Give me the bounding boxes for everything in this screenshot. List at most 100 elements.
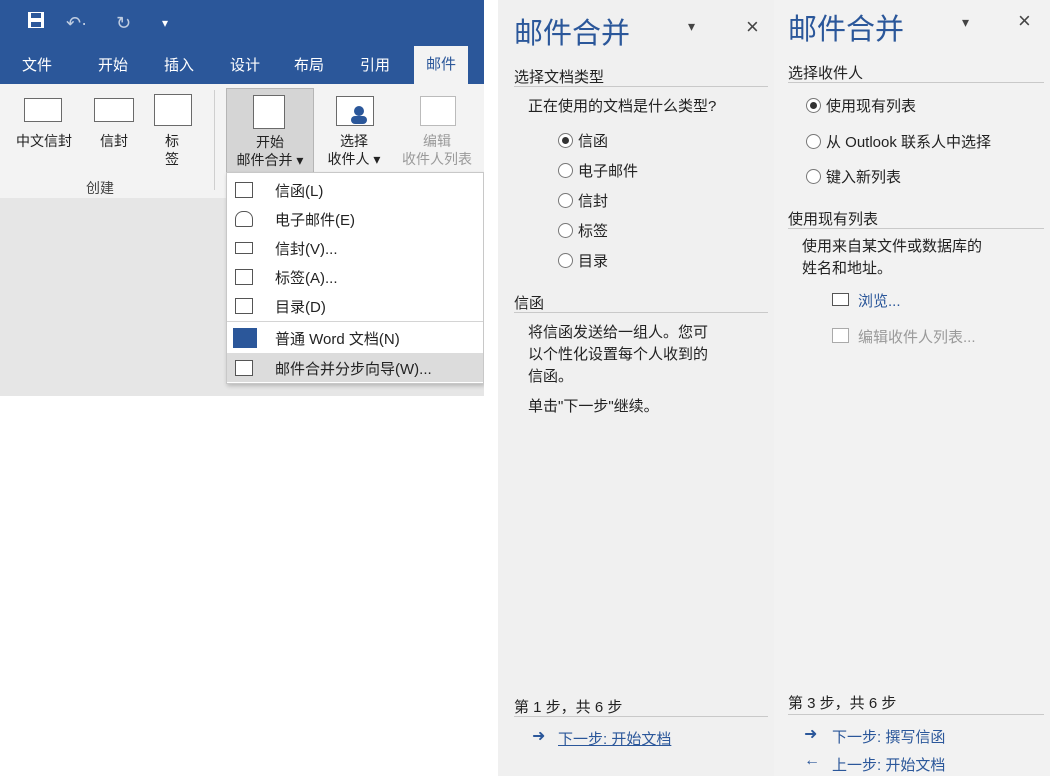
menu-item-label: 信封(V)... xyxy=(275,241,338,258)
quick-access-toolbar: ↶· ↻ ▾ xyxy=(0,0,484,46)
group-separator xyxy=(214,90,215,190)
edit-recipients-label-1: 编辑 xyxy=(423,133,451,149)
radio-label: 电子邮件 xyxy=(578,163,639,180)
select-recipients-label-1: 选择 xyxy=(340,133,368,149)
pane-options-icon[interactable]: ▾ xyxy=(962,14,969,31)
customize-qat-icon[interactable]: ▾ xyxy=(162,10,168,36)
start-mail-merge-button[interactable]: 开始 邮件合并 ▾ xyxy=(226,88,314,174)
close-icon[interactable]: × xyxy=(1018,8,1031,34)
radio-type-new-list[interactable] xyxy=(806,169,821,184)
undo-icon[interactable]: ↶· xyxy=(66,10,87,36)
menu-item-labels[interactable]: 标签(A)... xyxy=(227,262,483,291)
section-divider xyxy=(514,312,768,313)
radio-directory[interactable] xyxy=(558,253,573,268)
gap xyxy=(484,0,498,776)
arrow-left-icon: ← xyxy=(804,752,820,769)
section-title-existing-list: 使用现有列表 xyxy=(788,211,879,228)
radio-label: 目录 xyxy=(578,253,609,270)
menu-item-envelopes[interactable]: 信封(V)... xyxy=(227,233,483,262)
envelopes-label: 信封 xyxy=(100,133,128,149)
pane-title: 邮件合并 xyxy=(788,14,905,46)
radio-labels[interactable] xyxy=(558,223,573,238)
section-title-select-recipients: 选择收件人 xyxy=(788,65,864,82)
labels-icon xyxy=(154,94,192,126)
start-merge-label-2: 邮件合并 ▾ xyxy=(236,152,304,168)
save-icon[interactable] xyxy=(26,10,46,37)
desc-line: 使用来自某文件或数据库的 xyxy=(802,238,983,255)
close-icon[interactable]: × xyxy=(746,14,759,40)
browse-icon xyxy=(832,293,849,306)
tab-home[interactable]: 开始 xyxy=(98,54,128,75)
radio-use-existing-list[interactable] xyxy=(806,98,821,113)
tab-file[interactable]: 文件 xyxy=(22,54,52,75)
labels-button[interactable]: 标 签 xyxy=(150,94,194,174)
tab-design[interactable]: 设计 xyxy=(230,54,260,75)
menu-item-mail-merge-wizard[interactable]: 邮件合并分步向导(W)... xyxy=(227,353,483,382)
labels-label: 标 签 xyxy=(165,133,179,167)
menu-item-letters[interactable]: 信函(L) xyxy=(227,175,483,204)
radio-label: 信函 xyxy=(578,133,609,150)
radio-label: 信封 xyxy=(578,193,609,210)
radio-letters[interactable] xyxy=(558,133,573,148)
mail-merge-pane-step3: 邮件合并 ▾ × 选择收件人 使用现有列表 从 Outlook 联系人中选择 键… xyxy=(774,0,1050,776)
edit-recipients-label-2: 收件人列表 xyxy=(402,151,472,167)
section-divider xyxy=(514,86,768,87)
radio-email[interactable] xyxy=(558,163,573,178)
next-step-link[interactable]: 下一步: 撰写信函 xyxy=(832,726,945,747)
menu-item-label: 目录(D) xyxy=(275,299,326,316)
letter-icon xyxy=(235,182,253,198)
desc-line: 以个性化设置每个人收到的 xyxy=(528,346,709,363)
radio-label: 标签 xyxy=(578,223,609,240)
tab-insert[interactable]: 插入 xyxy=(164,54,194,75)
menu-item-normal-word-document[interactable]: 普通 Word 文档(N) xyxy=(227,323,483,352)
pane-options-icon[interactable]: ▾ xyxy=(688,18,695,35)
tab-mailings[interactable]: 邮件 xyxy=(414,46,469,84)
ribbon-tabs: 文件 开始 插入 设计 布局 引用 邮件 xyxy=(0,46,484,84)
directory-icon xyxy=(235,298,253,314)
section-divider xyxy=(788,82,1044,83)
next-step-link[interactable]: 下一步: 开始文档 xyxy=(558,728,671,749)
radio-label: 使用现有列表 xyxy=(826,98,917,115)
step-indicator: 第 3 步，共 6 步 xyxy=(788,695,897,712)
edit-list-icon xyxy=(420,96,456,126)
redo-icon[interactable]: ↻ xyxy=(116,10,131,36)
menu-item-label: 邮件合并分步向导(W)... xyxy=(275,361,432,378)
previous-step-link[interactable]: 上一步: 开始文档 xyxy=(832,754,945,775)
email-icon xyxy=(235,211,253,227)
arrow-right-icon: ➜ xyxy=(532,728,546,745)
edit-list-icon xyxy=(832,328,849,343)
select-recipients-button[interactable]: 选择 收件人 ▾ xyxy=(314,88,394,172)
section-title-letters: 信函 xyxy=(514,295,545,312)
envelope-icon xyxy=(235,242,253,254)
chinese-envelope-button[interactable]: 中文信封 xyxy=(4,98,84,168)
radio-envelopes[interactable] xyxy=(558,193,573,208)
radio-label: 键入新列表 xyxy=(826,169,902,186)
menu-item-email[interactable]: 电子邮件(E) xyxy=(227,204,483,233)
chinese-envelope-label: 中文信封 xyxy=(16,133,72,149)
start-merge-label-1: 开始 xyxy=(256,134,284,150)
envelopes-button[interactable]: 信封 xyxy=(90,98,138,168)
radio-outlook-contacts[interactable] xyxy=(806,134,821,149)
recipients-icon xyxy=(336,96,374,126)
start-mail-merge-menu: 信函(L) 电子邮件(E) 信封(V)... 标签(A)... 目录(D) 普通… xyxy=(226,172,484,384)
tab-layout[interactable]: 布局 xyxy=(294,54,324,75)
word-window: ↶· ↻ ▾ 文件 开始 插入 设计 布局 引用 邮件 中文信封 信封 标 签 … xyxy=(0,0,484,776)
menu-item-label: 电子邮件(E) xyxy=(275,212,355,229)
pane-title: 邮件合并 xyxy=(514,18,631,50)
edit-recipient-list-link[interactable]: 编辑收件人列表... xyxy=(858,326,976,347)
menu-item-label: 信函(L) xyxy=(275,183,324,200)
tab-references[interactable]: 引用 xyxy=(360,54,390,75)
menu-item-directory[interactable]: 目录(D) xyxy=(227,291,483,320)
question-text: 正在使用的文档是什么类型? xyxy=(528,98,717,115)
chinese-envelope-icon xyxy=(24,98,62,122)
browse-link[interactable]: 浏览... xyxy=(858,290,901,311)
step-indicator: 第 1 步，共 6 步 xyxy=(514,699,623,716)
desc-line: 将信函发送给一组人。您可 xyxy=(528,324,709,341)
envelope-icon xyxy=(94,98,134,122)
wizard-icon xyxy=(235,360,253,376)
desc-line: 信函。 xyxy=(528,368,574,385)
section-divider xyxy=(788,714,1044,715)
word-doc-icon xyxy=(233,328,257,348)
edit-recipient-list-button[interactable]: 编辑 收件人列表 xyxy=(394,88,480,172)
start-mail-merge-icon xyxy=(253,95,285,129)
